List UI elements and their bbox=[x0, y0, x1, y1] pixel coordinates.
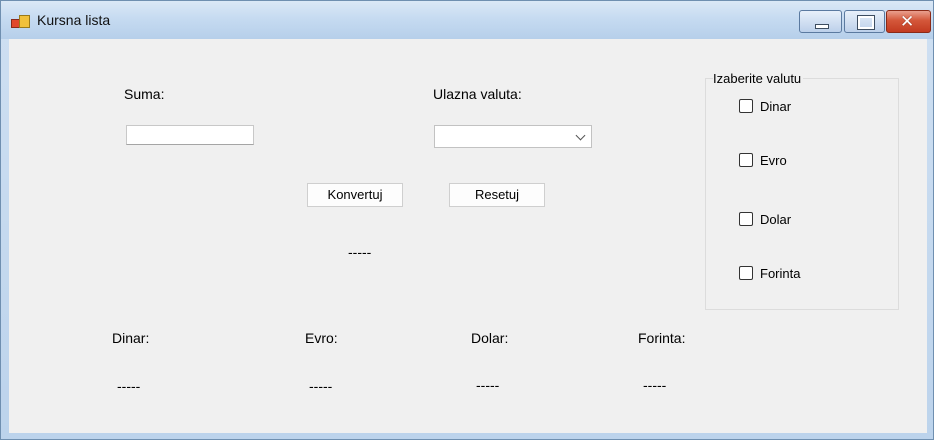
ulazna-valuta-label: Ulazna valuta: bbox=[433, 86, 522, 102]
ulazna-valuta-select[interactable] bbox=[434, 125, 592, 148]
maximize-icon bbox=[857, 15, 875, 30]
app-icon bbox=[11, 15, 30, 29]
dolar-output-label: Dolar: bbox=[471, 330, 509, 346]
close-button[interactable]: ✕ bbox=[886, 10, 931, 33]
forinta-output-label: Forinta: bbox=[638, 330, 686, 346]
evro-checkbox-label[interactable]: Evro bbox=[760, 153, 787, 168]
evro-checkbox[interactable] bbox=[739, 153, 753, 167]
forinta-output-value: ----- bbox=[643, 377, 667, 393]
window-title: Kursna lista bbox=[37, 12, 111, 28]
close-icon: ✕ bbox=[900, 12, 915, 32]
result-label: ----- bbox=[348, 244, 372, 260]
groupbox-title: Izaberite valutu bbox=[713, 71, 804, 86]
title-bar[interactable]: Kursna lista ✕ bbox=[1, 1, 933, 39]
minimize-button[interactable] bbox=[799, 10, 842, 33]
dolar-checkbox[interactable] bbox=[739, 212, 753, 226]
evro-output-value: ----- bbox=[309, 378, 333, 394]
konvertuj-button[interactable]: Konvertuj bbox=[307, 183, 403, 207]
evro-output-label: Evro: bbox=[305, 330, 338, 346]
suma-label: Suma: bbox=[124, 86, 165, 102]
forinta-checkbox-label[interactable]: Forinta bbox=[760, 266, 800, 281]
suma-input[interactable] bbox=[126, 125, 254, 145]
dinar-checkbox-label[interactable]: Dinar bbox=[760, 99, 791, 114]
currency-groupbox bbox=[705, 78, 899, 310]
minimize-icon bbox=[815, 24, 829, 29]
forinta-checkbox[interactable] bbox=[739, 266, 753, 280]
dinar-output-value: ----- bbox=[117, 378, 141, 394]
maximize-button[interactable] bbox=[844, 10, 885, 33]
resetuj-button[interactable]: Resetuj bbox=[449, 183, 545, 207]
chevron-down-icon[interactable] bbox=[575, 130, 586, 141]
dolar-output-value: ----- bbox=[476, 377, 500, 393]
dinar-checkbox[interactable] bbox=[739, 99, 753, 113]
dolar-checkbox-label[interactable]: Dolar bbox=[760, 212, 791, 227]
dinar-output-label: Dinar: bbox=[112, 330, 150, 346]
